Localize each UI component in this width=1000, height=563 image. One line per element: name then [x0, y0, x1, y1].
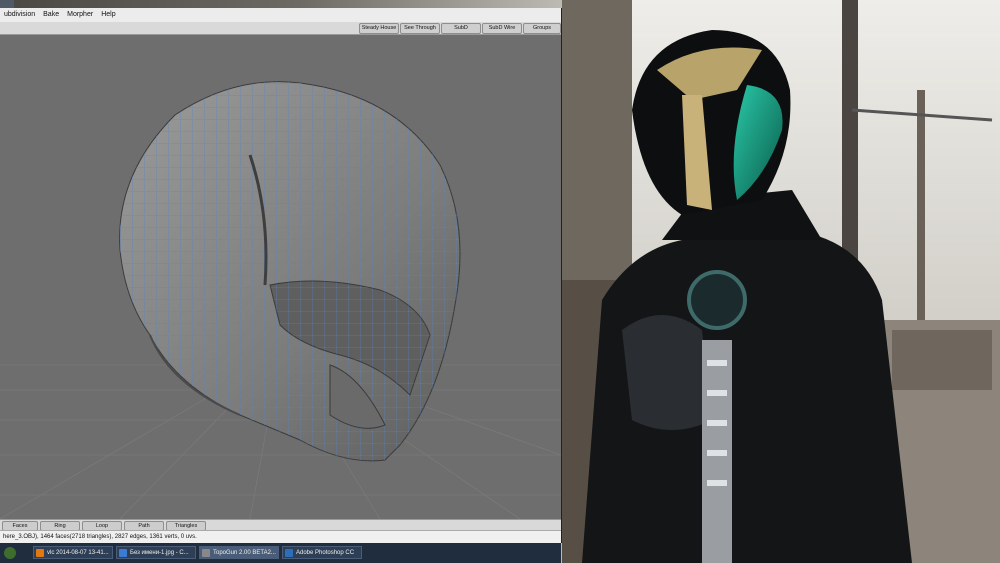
subd-button[interactable]: SubD — [441, 23, 481, 34]
menu-morpher[interactable]: Morpher — [63, 8, 97, 22]
menu-bake[interactable]: Bake — [39, 8, 63, 22]
menu-help[interactable]: Help — [97, 8, 119, 22]
menubar: ubdivision Bake Morpher Help — [0, 8, 561, 23]
taskbar: vlc 2014-08-07 13-41... Без имени-1.jpg … — [0, 543, 561, 563]
topogun-icon — [202, 549, 210, 557]
task-label: Adobe Photoshop CC — [296, 550, 355, 556]
see-through-button[interactable]: See Through — [400, 23, 440, 34]
task-label: vlc 2014-08-07 13-41... — [47, 550, 109, 556]
taskbar-item-photoshop[interactable]: Adobe Photoshop CC — [282, 546, 362, 559]
taskbar-item-topogun[interactable]: TopoGun 2.00 BETA2... — [199, 546, 279, 559]
menu-subdivision[interactable]: ubdivision — [0, 8, 39, 22]
subd-wire-button[interactable]: SubD Wire — [482, 23, 522, 34]
image-file-icon — [119, 549, 127, 557]
3d-viewport[interactable] — [0, 35, 561, 519]
view-toolbar: Steady House See Through SubD SubD Wire … — [0, 22, 561, 35]
steady-house-button[interactable]: Steady House — [359, 23, 399, 34]
topogun-window: ubdivision Bake Morpher Help Steady Hous… — [0, 8, 562, 543]
groups-button[interactable]: Groups — [523, 23, 561, 34]
status-bar: here_3.OBJ), 1464 faces(2718 triangles),… — [0, 530, 561, 543]
robot-render-image — [562, 0, 1000, 563]
helmet-mesh[interactable] — [119, 81, 461, 462]
vlc-icon — [36, 549, 44, 557]
photoshop-icon — [285, 549, 293, 557]
taskbar-item-vlc[interactable]: vlc 2014-08-07 13-41... — [33, 546, 113, 559]
taskbar-item-image[interactable]: Без имени-1.jpg - C... — [116, 546, 196, 559]
viewport-canvas[interactable] — [0, 35, 561, 519]
task-label: TopoGun 2.00 BETA2... — [213, 550, 276, 556]
start-button-icon[interactable] — [4, 547, 16, 559]
task-label: Без имени-1.jpg - C... — [130, 550, 189, 556]
